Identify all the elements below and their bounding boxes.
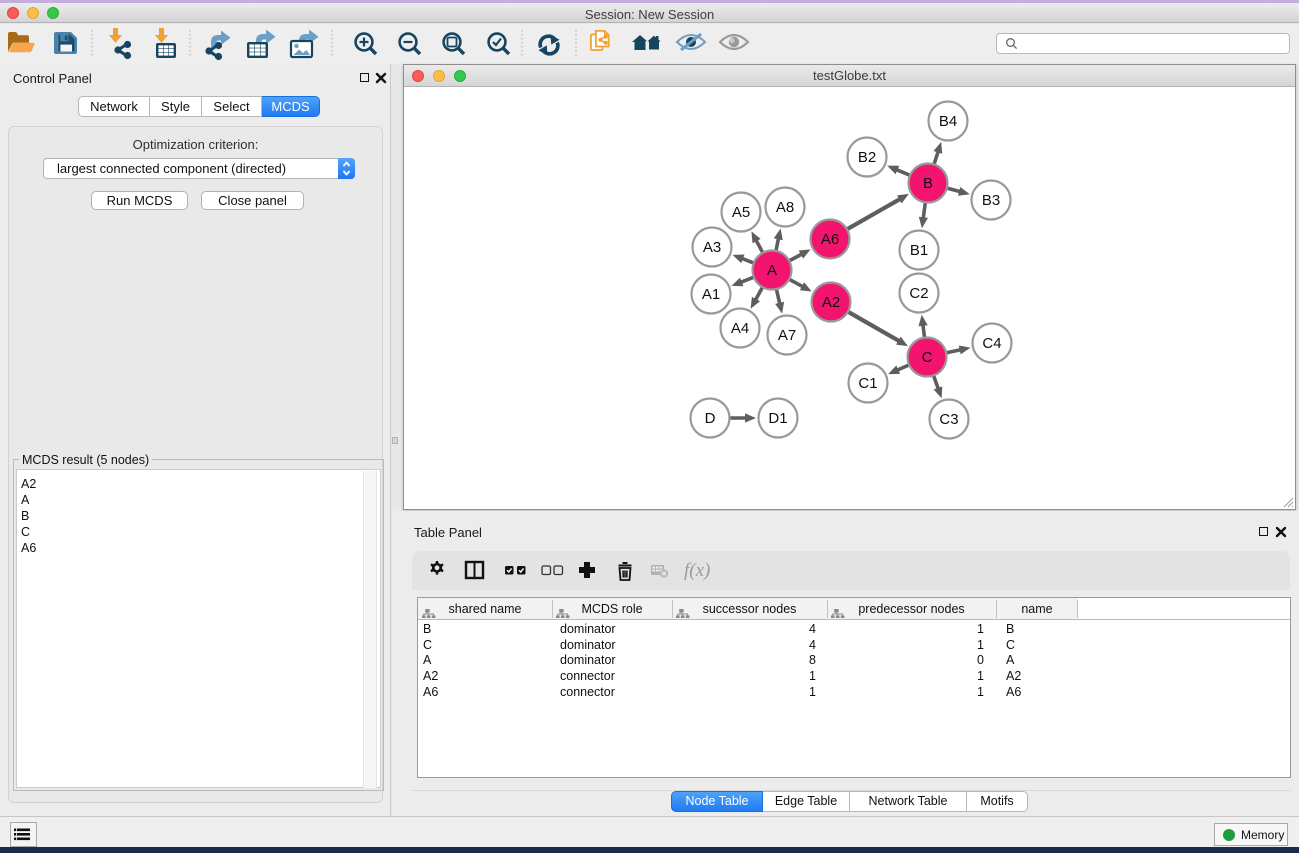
svg-text:A6: A6 (821, 231, 839, 248)
svg-text:C3: C3 (939, 411, 958, 428)
svg-text:B3: B3 (982, 192, 1000, 209)
svg-text:D1: D1 (768, 410, 787, 427)
svg-text:A: A (767, 262, 777, 279)
svg-text:C4: C4 (982, 335, 1001, 352)
svg-text:A5: A5 (732, 204, 750, 221)
svg-text:B4: B4 (939, 113, 957, 130)
svg-text:C: C (922, 349, 933, 366)
svg-text:A4: A4 (731, 320, 749, 337)
svg-text:B1: B1 (910, 242, 928, 259)
svg-text:B2: B2 (858, 149, 876, 166)
svg-text:D: D (705, 410, 716, 427)
svg-text:B: B (923, 175, 933, 192)
svg-text:C1: C1 (858, 375, 877, 392)
svg-text:f(x): f(x) (684, 560, 710, 581)
svg-text:A8: A8 (776, 199, 794, 216)
svg-text:A2: A2 (822, 294, 840, 311)
svg-text:A7: A7 (778, 327, 796, 344)
svg-text:A1: A1 (702, 286, 720, 303)
svg-text:A3: A3 (703, 239, 721, 256)
svg-text:C2: C2 (909, 285, 928, 302)
